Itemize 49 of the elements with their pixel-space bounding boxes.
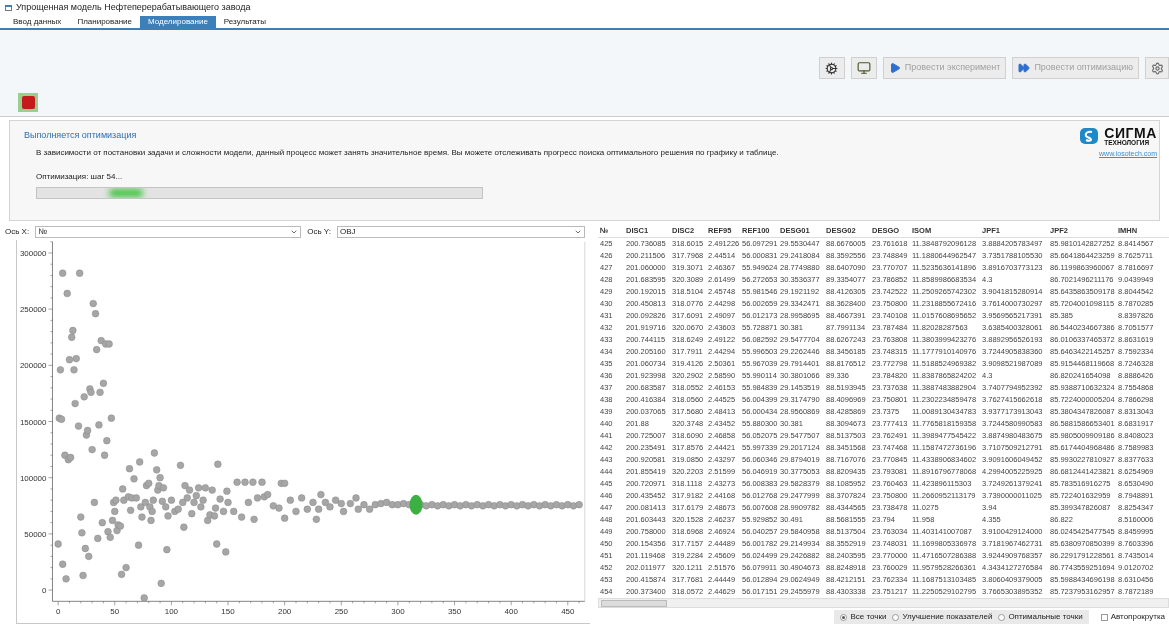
stop-button[interactable]	[18, 93, 38, 112]
tab[interactable]: Моделирование	[140, 16, 216, 28]
chevron-icon	[290, 228, 299, 236]
radio-option[interactable]: Оптимальные точки	[998, 611, 1083, 624]
autoscroll-checkbox[interactable]: Автопрокрутка	[1100, 611, 1169, 624]
status-title: Выполняется оптимизация	[24, 129, 138, 142]
axis-select[interactable]: OBJ	[336, 226, 585, 238]
tick-label: 300000	[19, 248, 47, 258]
monitor-button[interactable]	[850, 57, 877, 79]
monitor-icon	[856, 61, 871, 75]
horizontal-scrollbar[interactable]	[598, 597, 1169, 609]
tick-label: 100	[164, 607, 179, 617]
tick-label: 200000	[19, 361, 47, 371]
tick-label: 50000	[24, 529, 47, 539]
axis-label: Ось Y:	[307, 226, 331, 238]
chevron-icon	[573, 228, 582, 236]
tick-label: 100000	[19, 473, 47, 483]
radio-option[interactable]: Улучшение показателей	[892, 611, 993, 624]
tick-label: 0	[55, 607, 61, 617]
settings-icon	[1150, 61, 1164, 75]
tick-label: 150000	[19, 417, 47, 427]
settings-button[interactable]	[818, 57, 845, 79]
play-icon	[888, 62, 901, 74]
gear-icon	[825, 61, 839, 75]
window-title: Упрощенная модель Нефтеперерабатывающего завода	[16, 1, 251, 15]
tick-label: 250	[334, 607, 348, 617]
logo-text: СИГМА	[1104, 126, 1157, 140]
axis-label: Ось X:	[5, 226, 30, 238]
status-description: В зависимости от постановки задачи и сложности модели, данный процесс может занять значительное время. Вы можете отслеживать прогресс поиска оптимального решения по графику и таблице.	[35, 146, 780, 159]
radio-option[interactable]: Все точки	[840, 611, 887, 624]
tick-label: 300	[391, 607, 405, 617]
stop-icon	[21, 96, 35, 109]
axis-select[interactable]: №	[35, 226, 302, 238]
tab[interactable]: Планирование	[69, 16, 140, 28]
tick-label: 450	[561, 607, 575, 617]
tick-label: 150	[221, 607, 235, 617]
tick-label: 0	[42, 586, 47, 596]
app-icon	[5, 5, 12, 11]
tick-label: 200	[278, 607, 292, 617]
tick-label: 350	[447, 607, 462, 617]
tab[interactable]: Ввод данных	[5, 16, 70, 28]
tick-label: 250000	[19, 305, 47, 315]
logo-icon	[1080, 128, 1099, 145]
scrollbar-thumb[interactable]	[601, 599, 667, 607]
progress-label: Оптимизация: шаг 54...	[35, 170, 124, 183]
tick-label: 50	[110, 607, 120, 617]
tab[interactable]: Результаты	[215, 16, 274, 28]
fast-forward-icon	[1018, 62, 1031, 74]
tick-label: 400	[504, 607, 518, 617]
